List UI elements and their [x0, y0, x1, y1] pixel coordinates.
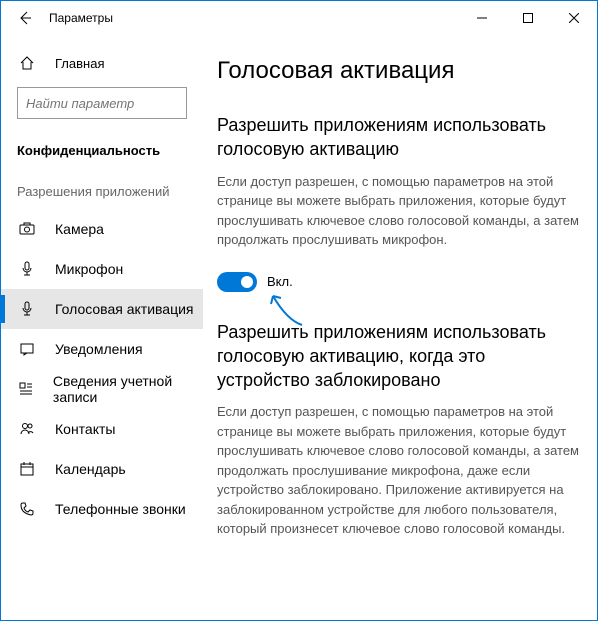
sidebar-item-phone-calls[interactable]: Телефонные звонки: [1, 489, 203, 529]
window-title: Параметры: [49, 11, 459, 25]
sidebar-item-calendar[interactable]: Календарь: [1, 449, 203, 489]
sidebar-item-voice-activation[interactable]: Голосовая активация: [1, 289, 203, 329]
section2-title: Разрешить приложениям использовать голос…: [217, 320, 579, 393]
window-controls: [459, 2, 597, 34]
sidebar-item-label: Контакты: [55, 421, 115, 437]
home-link[interactable]: Главная: [1, 45, 203, 81]
notifications-icon: [17, 341, 37, 357]
section1-desc: Если доступ разрешен, с помощью параметр…: [217, 172, 579, 250]
close-button[interactable]: [551, 2, 597, 34]
sidebar-item-microphone[interactable]: Микрофон: [1, 249, 203, 289]
section1-title: Разрешить приложениям использовать голос…: [217, 113, 579, 162]
close-icon: [569, 13, 579, 23]
calendar-icon: [17, 461, 37, 477]
camera-icon: [17, 221, 37, 237]
maximize-button[interactable]: [505, 2, 551, 34]
section1-toggle-row: Вкл.: [217, 272, 579, 292]
contacts-icon: [17, 421, 37, 437]
sidebar-item-label: Микрофон: [55, 261, 123, 277]
sidebar-item-account-info[interactable]: Сведения учетной записи: [1, 369, 203, 409]
account-icon: [17, 381, 35, 397]
sidebar-item-label: Телефонные звонки: [55, 501, 186, 517]
sidebar: Главная Конфиденциальность Разрешения пр…: [1, 35, 203, 620]
toggle-knob: [241, 276, 253, 288]
sidebar-item-label: Календарь: [55, 461, 126, 477]
back-button[interactable]: [9, 2, 41, 34]
titlebar: Параметры: [1, 1, 597, 35]
search-box[interactable]: [17, 87, 187, 119]
microphone-icon: [17, 261, 37, 277]
home-label: Главная: [55, 56, 104, 71]
sidebar-item-label: Уведомления: [55, 341, 143, 357]
home-icon: [17, 55, 37, 71]
sidebar-item-camera[interactable]: Камера: [1, 209, 203, 249]
sidebar-item-notifications[interactable]: Уведомления: [1, 329, 203, 369]
microphone-icon: [17, 301, 37, 317]
voice-activation-toggle[interactable]: [217, 272, 257, 292]
search-input[interactable]: [26, 96, 203, 111]
arrow-left-icon: [17, 10, 33, 26]
minimize-icon: [477, 13, 487, 23]
phone-icon: [17, 501, 37, 517]
maximize-icon: [523, 13, 533, 23]
main-content: Голосовая активация Разрешить приложения…: [203, 35, 597, 620]
sidebar-item-contacts[interactable]: Контакты: [1, 409, 203, 449]
sidebar-item-label: Голосовая активация: [55, 301, 194, 317]
sidebar-item-label: Камера: [55, 221, 104, 237]
sidebar-section-header: Конфиденциальность: [1, 137, 203, 176]
sidebar-group-label: Разрешения приложений: [1, 176, 203, 209]
sidebar-item-label: Сведения учетной записи: [53, 373, 203, 405]
toggle-label: Вкл.: [267, 274, 293, 289]
page-title: Голосовая активация: [217, 57, 579, 85]
section2-desc: Если доступ разрешен, с помощью параметр…: [217, 402, 579, 539]
minimize-button[interactable]: [459, 2, 505, 34]
